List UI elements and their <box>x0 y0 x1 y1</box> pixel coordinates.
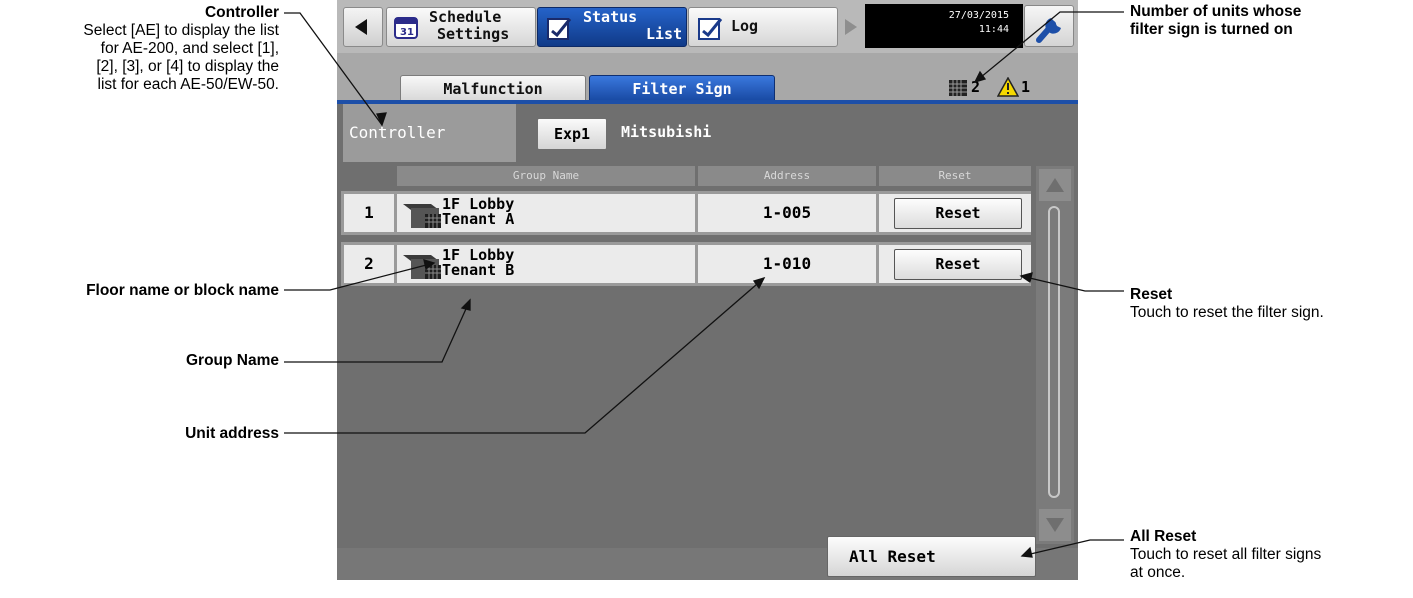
address-cell: 1-010 <box>698 245 876 283</box>
tab-status-line2: List <box>646 25 683 43</box>
filter-count-annotation-line: filter sign is turned on <box>1130 21 1293 38</box>
log-icon <box>698 18 723 40</box>
all-reset-annotation-line: at once. <box>1130 564 1186 581</box>
back-button[interactable] <box>343 7 383 47</box>
maintenance-button[interactable] <box>1024 5 1074 47</box>
tab-schedule-line1: Schedule <box>429 8 502 26</box>
unit-address-annotation: Unit address <box>0 425 279 443</box>
tab-malfunction[interactable]: Malfunction <box>400 75 586 102</box>
tab-log[interactable]: Log <box>688 7 838 47</box>
tab-log-label: Log <box>731 17 759 35</box>
reset-button[interactable]: Reset <box>894 198 1022 229</box>
scroll-up-button[interactable] <box>1039 169 1071 201</box>
controller-annotation-line: for AE-200, and select [1], <box>100 40 279 57</box>
scroll-down-icon <box>1046 518 1064 532</box>
group-name: Tenant A <box>442 210 515 228</box>
reset-annotation-title: Reset <box>1130 286 1173 303</box>
header-address: Address <box>698 166 876 186</box>
controller-annotation-line: Select [AE] to display the list <box>83 22 279 39</box>
controller-screen: 31 Schedule Settings Status List Log 27/… <box>337 0 1078 580</box>
all-reset-annotation-line: Touch to reset all filter signs <box>1130 546 1322 563</box>
group-cell: 1F Lobby Tenant A <box>397 194 695 232</box>
address-cell: 1-005 <box>698 194 876 232</box>
warning-icon <box>997 77 1019 97</box>
controller-annotation: Controller Select [AE] to display the li… <box>0 4 279 94</box>
tab-status-list[interactable]: Status List <box>537 7 687 47</box>
header-reset: Reset <box>879 166 1031 186</box>
group-icon <box>403 255 441 279</box>
floor-name-annotation-title: Floor name or block name <box>86 282 279 299</box>
scrollbar[interactable] <box>1036 166 1074 544</box>
filter-sign-count: 2 <box>971 78 981 96</box>
back-arrow-icon <box>355 19 367 35</box>
malfunction-count: 1 <box>1021 78 1031 96</box>
scroll-down-button[interactable] <box>1039 509 1071 541</box>
all-reset-button[interactable]: All Reset <box>827 536 1036 577</box>
filter-count-annotation-line: Number of units whose <box>1130 3 1302 20</box>
datetime-display: 27/03/2015 11:44 <box>865 4 1023 48</box>
header-group-name: Group Name <box>397 166 695 186</box>
svg-text:31: 31 <box>400 27 414 38</box>
sub-tab-bar: Malfunction Filter Sign 2 1 <box>337 53 1078 104</box>
all-reset-annotation-title: All Reset <box>1130 528 1197 545</box>
reset-annotation: Reset Touch to reset the filter sign. <box>1130 286 1410 322</box>
tab-status-line1: Status <box>583 8 638 26</box>
time-text: 11:44 <box>978 24 1009 35</box>
table-row: 1 1F Lobby Tenant A 1-005 Reset <box>341 191 1031 235</box>
reset-cell: Reset <box>879 245 1031 283</box>
filter-sign-icon <box>949 80 967 96</box>
reset-annotation-description: Touch to reset the filter sign. <box>1130 304 1324 321</box>
scroll-up-icon <box>1046 178 1064 192</box>
tab-filter-sign[interactable]: Filter Sign <box>589 75 775 102</box>
group-cell: 1F Lobby Tenant B <box>397 245 695 283</box>
scroll-track[interactable] <box>1048 206 1060 498</box>
row-number: 1 <box>344 194 394 232</box>
row-number: 2 <box>344 245 394 283</box>
date-text: 27/03/2015 <box>948 10 1009 21</box>
table-row: 2 1F Lobby Tenant B 1-010 Reset <box>341 242 1031 286</box>
controller-label: Controller <box>343 104 516 162</box>
status-list-icon <box>547 18 572 40</box>
controller-annotation-title: Controller <box>204 4 279 21</box>
unit-address-annotation-title: Unit address <box>185 425 279 442</box>
reset-button[interactable]: Reset <box>894 249 1022 280</box>
forward-arrow-icon <box>845 19 857 35</box>
all-reset-annotation: All Reset Touch to reset all filter sign… <box>1130 528 1410 582</box>
top-navigation-bar: 31 Schedule Settings Status List Log 27/… <box>337 0 1078 53</box>
controller-name: Mitsubishi <box>621 123 712 141</box>
tab-schedule-settings[interactable]: 31 Schedule Settings <box>386 7 536 47</box>
floor-name-annotation: Floor name or block name <box>0 282 279 300</box>
calendar-icon: 31 <box>394 17 418 39</box>
controller-select-button[interactable]: Exp1 <box>537 118 607 150</box>
controller-annotation-line: list for each AE-50/EW-50. <box>97 76 280 93</box>
wrench-icon <box>1036 18 1061 43</box>
group-name-annotation-title: Group Name <box>185 352 279 369</box>
group-name-annotation: Group Name <box>0 352 279 370</box>
group-name: Tenant B <box>442 261 515 279</box>
controller-annotation-line: [2], [3], or [4] to display the <box>96 58 279 75</box>
group-icon <box>403 204 441 228</box>
filter-count-annotation: Number of units whose filter sign is tur… <box>1130 3 1410 39</box>
reset-cell: Reset <box>879 194 1031 232</box>
tab-schedule-line2: Settings <box>437 25 510 43</box>
controller-row: Controller Exp1 Mitsubishi <box>337 104 1078 162</box>
